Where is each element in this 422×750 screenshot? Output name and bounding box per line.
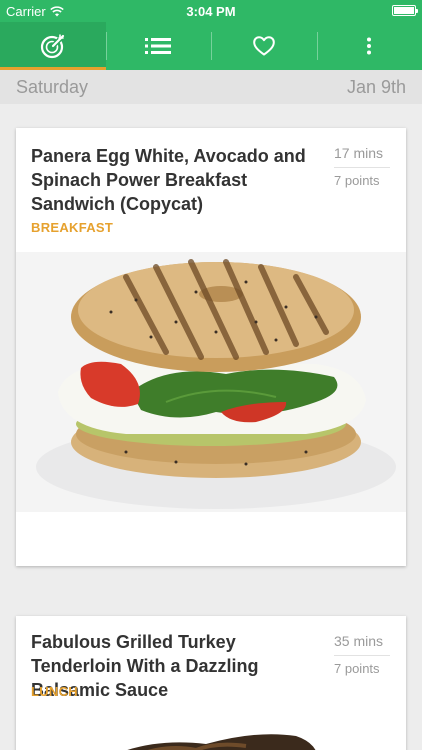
tab-food-plan[interactable] [0,22,106,70]
recipe-time: 35 mins [334,632,390,656]
recipe-title: Panera Egg White, Avocado and Spinach Po… [31,146,306,214]
recipe-meta: 35 mins 7 points [334,632,390,678]
recipe-photo[interactable] [16,716,406,750]
recipe-category: LUNCH [31,684,78,699]
recipe-points: 7 points [334,173,380,188]
more-icon [367,37,372,55]
recipe-meta: 17 mins 7 points [334,144,390,190]
tab-favorites[interactable] [211,22,317,70]
sandwich-image [16,252,406,512]
recipe-card[interactable]: Fabulous Grilled Turkey Tenderloin With … [16,616,406,750]
date-label: Jan 9th [346,77,406,97]
recipe-category: BREAKFAST [31,220,114,235]
food-plan-icon [40,34,65,59]
tab-list[interactable] [105,22,212,70]
tab-bar [0,22,422,70]
status-bar: Carrier 3:04 PM [0,0,422,22]
recipe-photo[interactable] [16,252,406,512]
turkey-image [16,716,406,750]
battery-icon [392,5,418,16]
clock: 3:04 PM [186,4,236,19]
recipe-points: 7 points [334,661,380,676]
list-icon [145,38,172,54]
heart-icon [252,36,275,56]
recipe-card[interactable]: Panera Egg White, Avocado and Spinach Po… [16,128,406,566]
tab-more[interactable] [316,22,422,70]
day-header: Saturday Jan 9th [0,70,422,104]
app-header: Carrier 3:04 PM [0,0,422,70]
day-label: Saturday [16,77,89,97]
recipe-time: 17 mins [334,144,390,168]
